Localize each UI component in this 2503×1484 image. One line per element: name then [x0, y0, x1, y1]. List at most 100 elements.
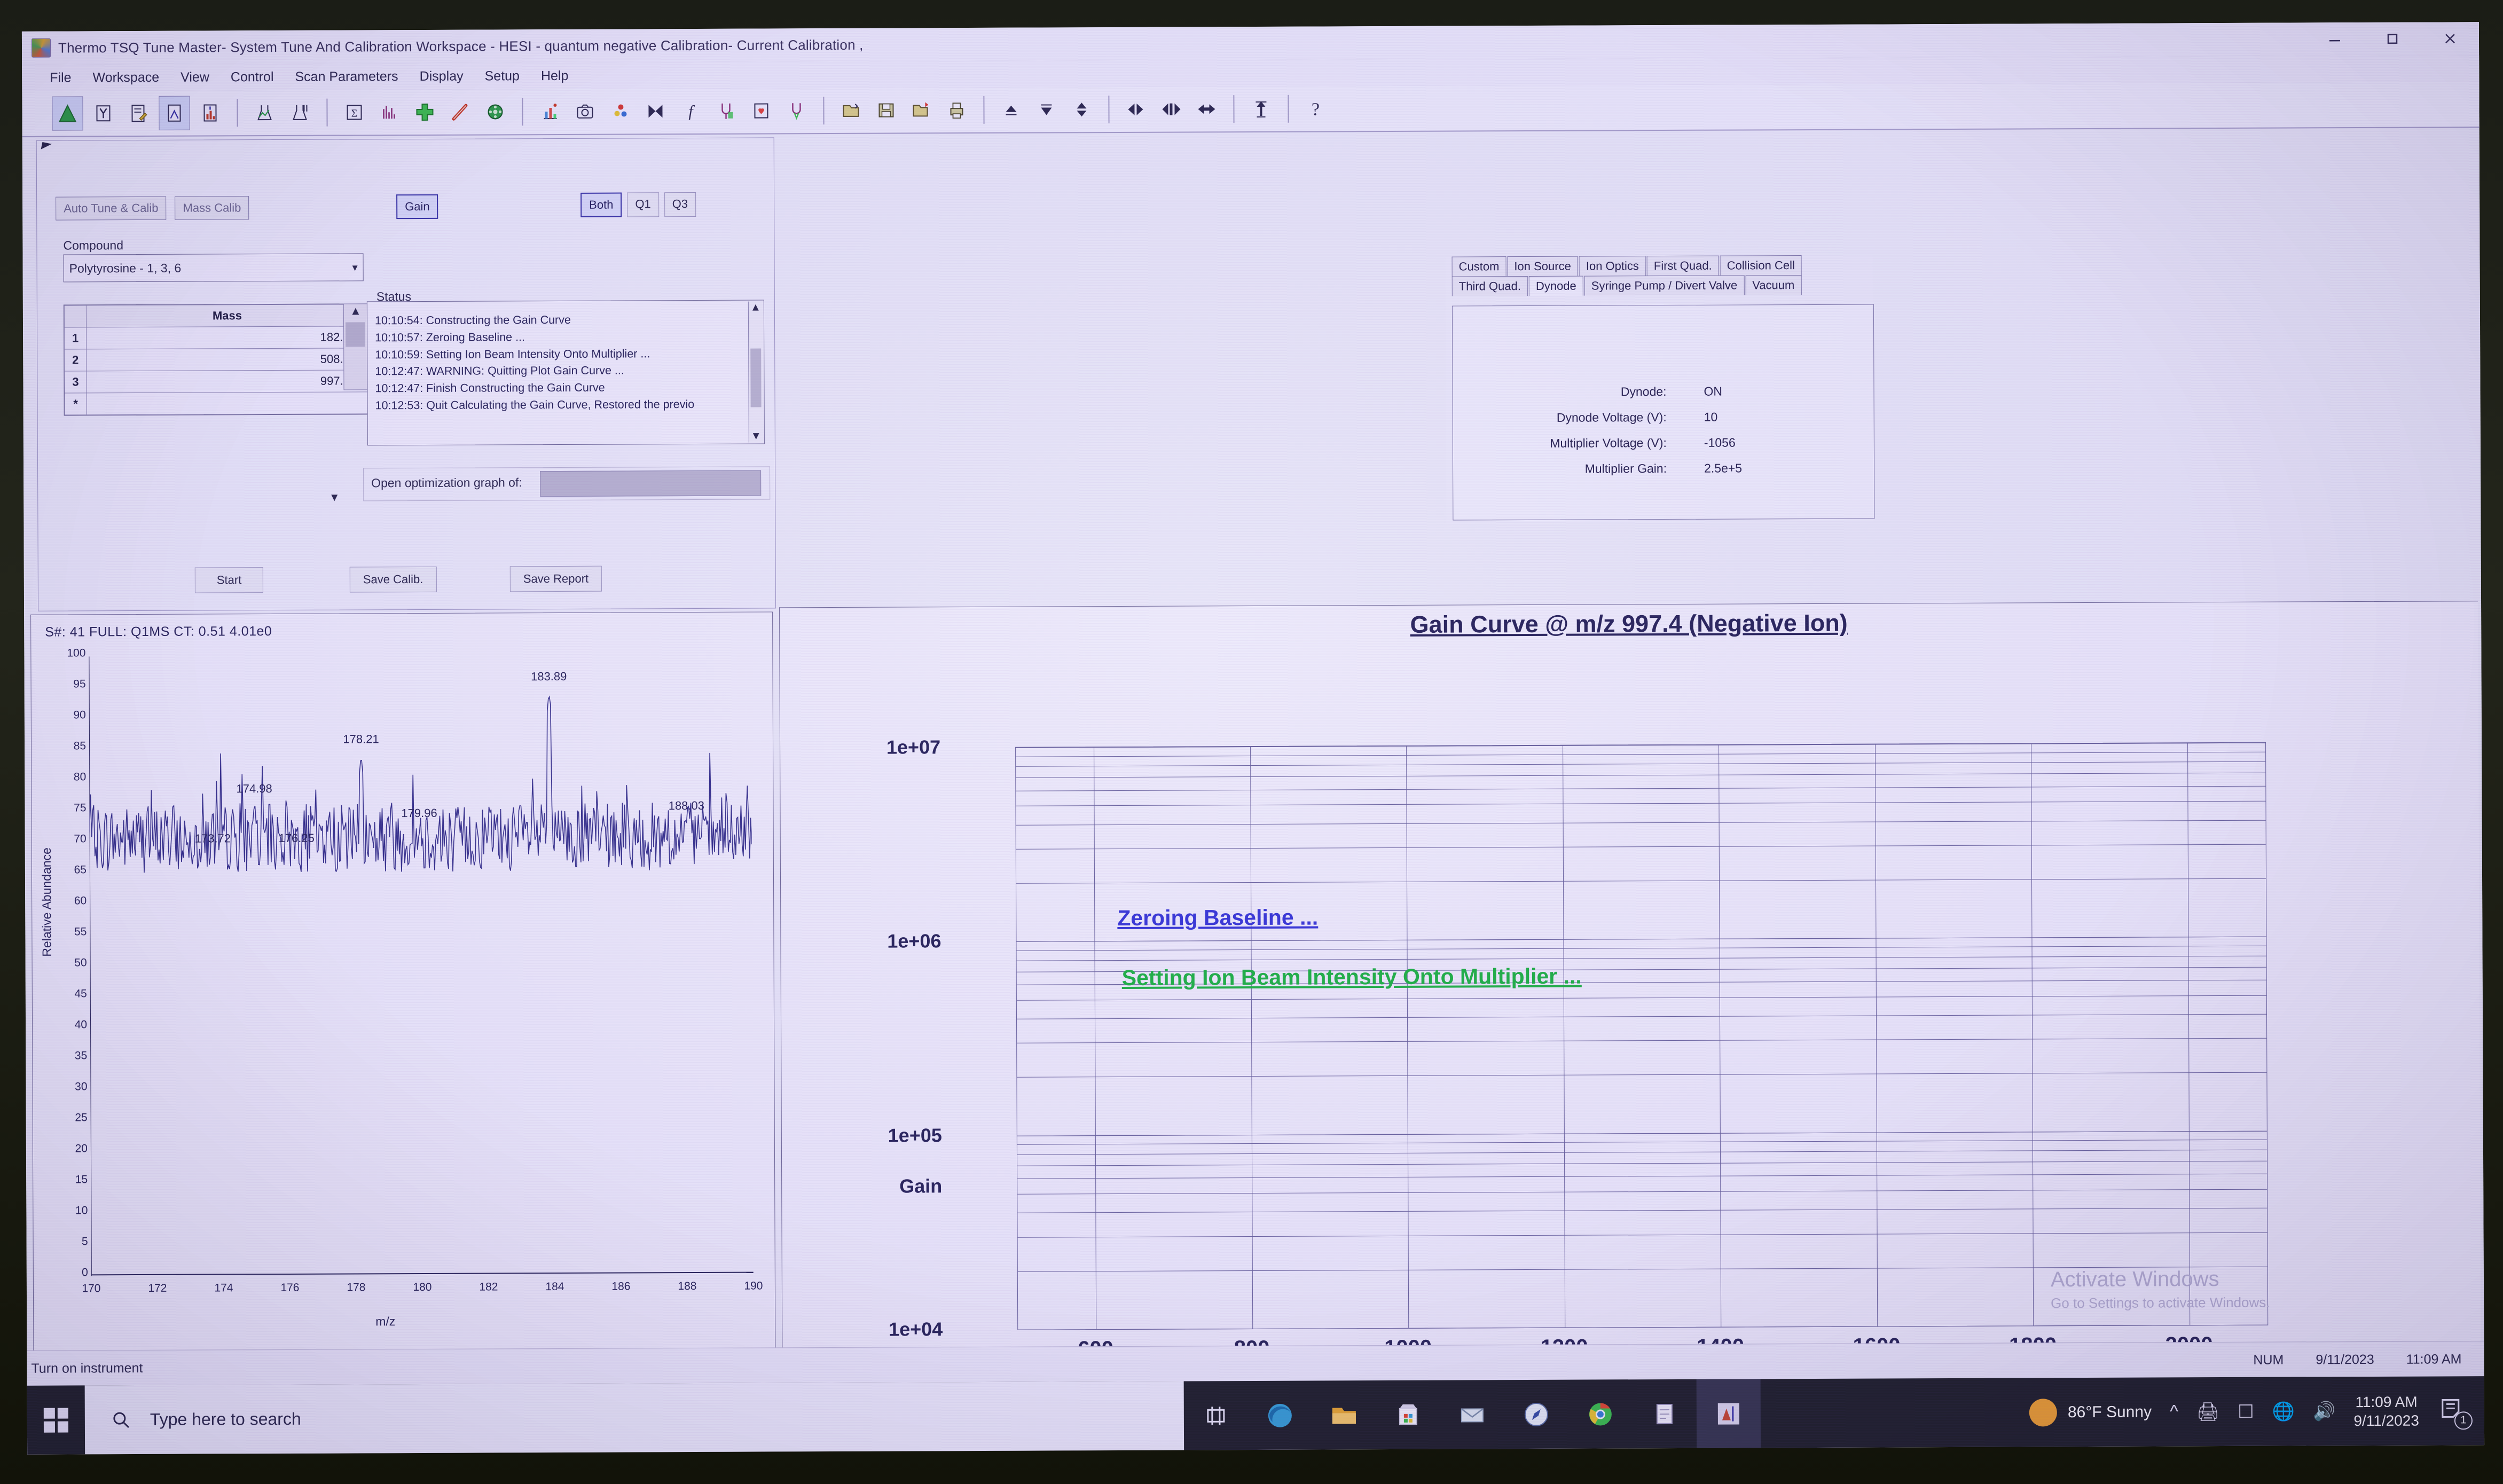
updown-arrow-icon[interactable] [1066, 93, 1096, 126]
open-folder-icon[interactable] [836, 94, 866, 127]
mail-icon[interactable] [1440, 1380, 1504, 1449]
list-sigma-icon[interactable]: Σ [339, 96, 369, 129]
menu-item-control[interactable]: Control [231, 69, 274, 85]
volume-icon[interactable]: 🔊 [2313, 1401, 2335, 1422]
flask-graph2-icon[interactable] [285, 96, 315, 129]
blue-page-icon[interactable] [159, 96, 190, 130]
menu-item-display[interactable]: Display [420, 68, 464, 84]
tab-ion-optics[interactable]: Ion Optics [1579, 256, 1646, 276]
status-line: 10:10:57: Zeroing Baseline ... [375, 328, 738, 347]
upload-arrow-icon[interactable] [1246, 92, 1276, 125]
minimize-button[interactable] [2306, 23, 2364, 55]
menu-item-workspace[interactable]: Workspace [92, 69, 159, 85]
tuning-fork-icon[interactable] [711, 95, 741, 128]
thermo-app-icon[interactable] [1697, 1379, 1761, 1448]
tab-dynode[interactable]: Dynode [1529, 276, 1583, 296]
flask-heart-icon[interactable] [746, 94, 776, 127]
tab-ion-source[interactable]: Ion Source [1507, 256, 1578, 277]
help-question-icon[interactable]: ? [1300, 92, 1330, 125]
start-button-windows[interactable] [27, 1385, 85, 1454]
status-log-scrollbar[interactable]: ▲ ▼ [748, 302, 763, 443]
bowtie-icon[interactable] [640, 95, 670, 128]
chrome-icon[interactable] [1568, 1379, 1633, 1448]
menu-item-view[interactable]: View [181, 69, 209, 85]
camera-icon[interactable] [570, 95, 600, 128]
dynode-value: ON [1704, 384, 1789, 399]
toolbar-separator [823, 97, 824, 124]
chart-bars-icon[interactable] [535, 95, 564, 128]
panel-scroll-down-icon[interactable]: ▾ [331, 490, 338, 505]
taskbar-clock[interactable]: 11:09 AM 9/11/2023 [2353, 1392, 2419, 1430]
network-icon[interactable]: 🌐 [2272, 1401, 2295, 1422]
bar-spectrum-icon[interactable] [374, 96, 404, 129]
table-row[interactable]: 1182.082 [65, 326, 368, 349]
close-button[interactable] [2421, 22, 2479, 54]
flask-y-icon[interactable] [88, 97, 118, 130]
table-row[interactable]: * [65, 392, 368, 415]
store-icon[interactable] [1376, 1380, 1440, 1449]
compass-icon[interactable] [1504, 1380, 1568, 1449]
chevron-up-icon[interactable]: ^ [2170, 1401, 2178, 1422]
maximize-button[interactable] [2364, 23, 2421, 55]
tab-collision-cell[interactable]: Collision Cell [1720, 255, 1802, 276]
gain-button[interactable]: Gain [396, 194, 438, 219]
file-explorer-icon[interactable] [1312, 1380, 1376, 1449]
green-gear-icon[interactable] [480, 95, 510, 128]
task-view-icon[interactable] [1184, 1381, 1248, 1450]
green-plus-icon[interactable] [410, 96, 440, 129]
edge-icon[interactable] [1248, 1381, 1312, 1450]
mode-q1-button[interactable]: Q1 [627, 192, 659, 217]
status-log[interactable]: 10:10:54: Constructing the Gain Curve 10… [367, 300, 765, 446]
start-button[interactable]: Start [195, 567, 264, 593]
flask-graph-icon[interactable] [249, 96, 279, 129]
weather-widget[interactable]: 86°F Sunny [2029, 1398, 2152, 1426]
menu-item-help[interactable]: Help [541, 68, 569, 83]
color-dots-icon[interactable] [605, 95, 635, 128]
print-icon[interactable] [941, 93, 971, 127]
compound-select[interactable]: Polytyrosine - 1, 3, 6 ▾ [64, 253, 364, 282]
scrollbar-thumb[interactable] [346, 322, 365, 347]
mass-spectrum-pane[interactable]: S#: 41 FULL: Q1MS CT: 0.51 4.01e0 Relati… [30, 611, 775, 1373]
table-row[interactable]: 3997.398 [65, 370, 368, 393]
gain-curve-pane[interactable]: Gain Curve @ m/z 997.4 (Negative Ion) Ga… [779, 601, 2481, 1371]
optimization-graph-select[interactable] [540, 470, 761, 497]
scrollbar-thumb[interactable] [750, 349, 761, 407]
device-icon[interactable]: ☐ [2238, 1401, 2254, 1422]
printer-icon[interactable]: 🖨 [2196, 1401, 2219, 1423]
save-report-button[interactable]: Save Report [510, 566, 602, 592]
left-right-icon[interactable] [1191, 92, 1221, 125]
chevron-down-icon[interactable]: ▼ [749, 430, 763, 443]
save-calib-button[interactable]: Save Calib. [350, 567, 437, 593]
tab-syringe-pump-divert-valve[interactable]: Syringe Pump / Divert Valve [1584, 275, 1745, 295]
tab-first-quad[interactable]: First Quad. [1647, 256, 1719, 276]
notepad-icon[interactable] [1633, 1379, 1697, 1448]
search-input[interactable]: Type here to search [85, 1381, 1184, 1455]
down-arrow-icon[interactable] [1031, 93, 1061, 126]
window-controls [2306, 22, 2479, 55]
chevron-up-icon[interactable]: ▲ [749, 302, 763, 314]
skip-prev-icon[interactable] [1121, 93, 1151, 126]
table-row[interactable]: 2508.208 [65, 348, 368, 371]
menu-item-setup[interactable]: Setup [485, 68, 520, 84]
menu-item-scan-parameters[interactable]: Scan Parameters [295, 69, 398, 85]
red-bar-chart-icon[interactable] [195, 96, 225, 129]
mode-both-button[interactable]: Both [580, 193, 622, 217]
menu-item-file[interactable]: File [50, 70, 71, 85]
tab-custom[interactable]: Custom [1452, 256, 1506, 276]
save-disk-icon[interactable] [871, 94, 901, 127]
auto-tune-calib-button[interactable]: Auto Tune & Calib [56, 197, 167, 221]
mode-q3-button[interactable]: Q3 [664, 192, 696, 217]
mass-calib-button[interactable]: Mass Calib [175, 196, 249, 220]
save-as-icon[interactable] [906, 93, 936, 127]
flask-tube-icon[interactable] [781, 94, 811, 127]
notification-center-icon[interactable]: 1 [2437, 1394, 2470, 1427]
red-syringe-icon[interactable] [445, 96, 475, 129]
mass-table[interactable]: Mass 1182.082 2508.208 3997.398 * [64, 303, 370, 415]
step-icon[interactable] [1156, 92, 1186, 125]
tab-third-quad[interactable]: Third Quad. [1452, 276, 1528, 296]
up-arrow-icon[interactable] [996, 93, 1026, 127]
document-pencil-icon[interactable] [123, 97, 153, 130]
green-triangle-icon[interactable] [52, 96, 83, 130]
tab-vacuum[interactable]: Vacuum [1745, 275, 1801, 295]
function-f-icon[interactable]: f [676, 95, 705, 128]
